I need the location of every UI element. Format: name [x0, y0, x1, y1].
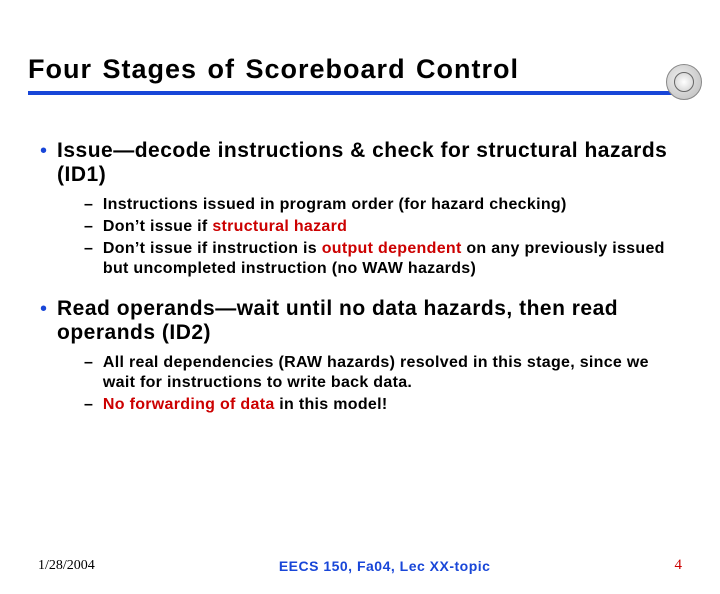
sub-red: No forwarding of data — [103, 396, 275, 413]
bullet-dot-icon: • — [40, 297, 47, 345]
sub-red: structural hazard — [212, 218, 347, 235]
bullet-dot-icon: • — [40, 139, 47, 187]
footer-date: 1/28/2004 — [38, 558, 95, 574]
sub-item: – No forwarding of data in this model! — [84, 395, 680, 415]
sub-item: – Instructions issued in program order (… — [84, 195, 680, 215]
sub-post: in this model! — [275, 396, 388, 413]
sub-item: – Don’t issue if structural hazard — [84, 217, 680, 237]
sub-red: output dependent — [322, 240, 462, 257]
bullet-text: Issue—decode instructions & check for st… — [57, 139, 680, 187]
footer-page-number: 4 — [675, 557, 683, 574]
slide-title: Four Stages of Scoreboard Control — [28, 54, 692, 85]
slide-content: • Issue—decode instructions & check for … — [40, 139, 680, 415]
sub-text: Instructions issued in program order (fo… — [103, 195, 567, 215]
slide-footer: 1/28/2004 EECS 150, Fa04, Lec XX-topic 4 — [0, 557, 720, 574]
seal-logo-inner — [674, 72, 694, 92]
sublist-read-operands: – All real dependencies (RAW hazards) re… — [84, 353, 680, 415]
footer-center: EECS 150, Fa04, Lec XX-topic — [95, 558, 675, 574]
sub-item: – Don’t issue if instruction is output d… — [84, 239, 680, 279]
dash-icon: – — [84, 217, 93, 237]
sub-pre: Don’t issue if — [103, 218, 212, 235]
sub-text: Don’t issue if structural hazard — [103, 217, 347, 237]
bullet-issue: • Issue—decode instructions & check for … — [40, 139, 680, 187]
dash-icon: – — [84, 395, 93, 415]
dash-icon: – — [84, 239, 93, 279]
sub-text: Don’t issue if instruction is output dep… — [103, 239, 680, 279]
dash-icon: – — [84, 195, 93, 215]
sub-text: No forwarding of data in this model! — [103, 395, 388, 415]
dash-icon: – — [84, 353, 93, 393]
title-underline — [28, 91, 674, 95]
sub-pre: Don’t issue if instruction is — [103, 240, 322, 257]
sub-item: – All real dependencies (RAW hazards) re… — [84, 353, 680, 393]
sub-text: All real dependencies (RAW hazards) reso… — [103, 353, 680, 393]
bullet-text: Read operands—wait until no data hazards… — [57, 297, 680, 345]
title-block: Four Stages of Scoreboard Control — [28, 54, 692, 95]
sublist-issue: – Instructions issued in program order (… — [84, 195, 680, 279]
bullet-read-operands: • Read operands—wait until no data hazar… — [40, 297, 680, 345]
seal-logo — [666, 64, 702, 100]
